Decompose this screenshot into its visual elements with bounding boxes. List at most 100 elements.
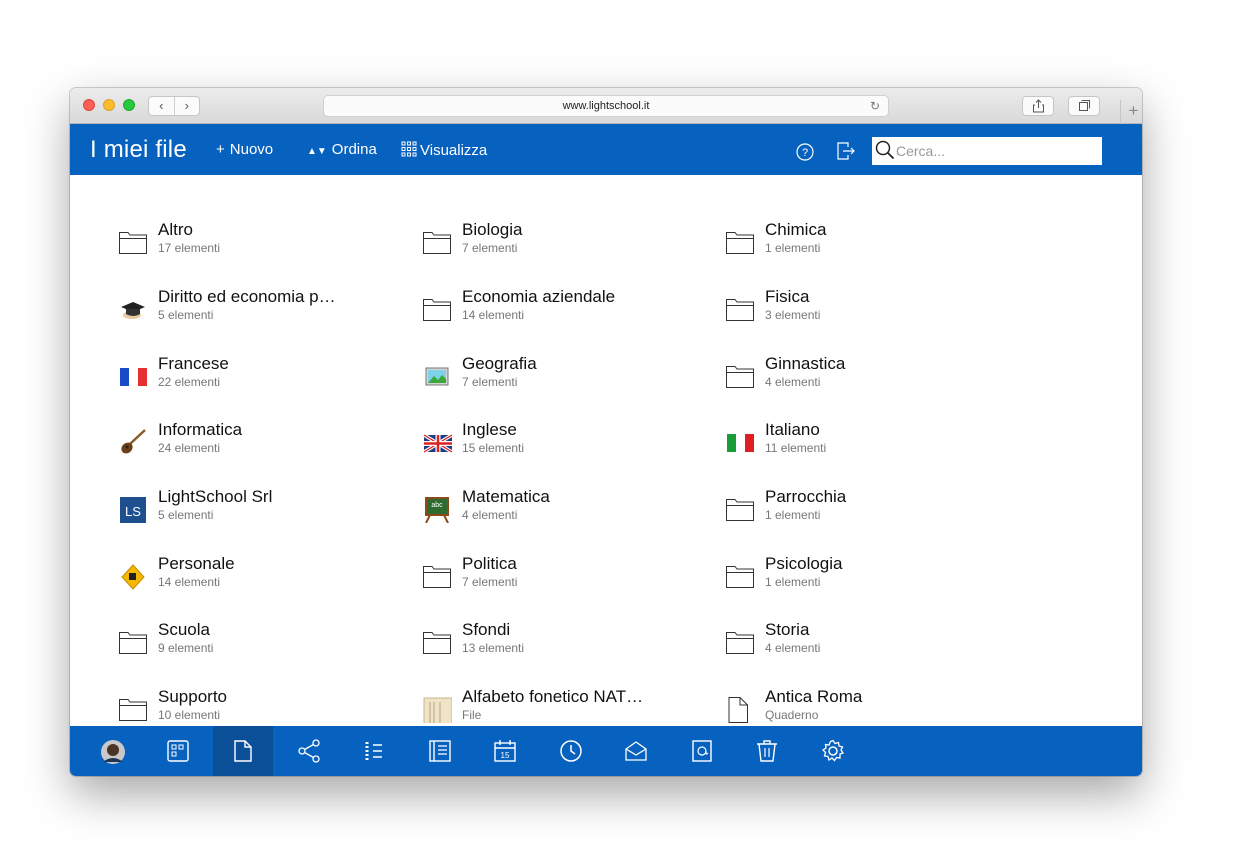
desktop-icon	[166, 740, 189, 762]
svg-text:LS: LS	[125, 504, 141, 519]
folder-icon	[118, 226, 148, 256]
share-icon	[297, 739, 320, 763]
file-item-name: Economia aziendale	[462, 287, 616, 306]
warning-sign-icon	[118, 560, 148, 590]
file-item[interactable]: Informatica 24 elementi	[118, 420, 408, 470]
chalkboard-icon: abc	[422, 493, 452, 524]
file-item[interactable]: Personale 14 elementi	[118, 554, 408, 604]
file-item-count: 22 elementi	[158, 375, 221, 389]
settings-nav-button[interactable]	[803, 726, 863, 776]
file-item-count: 7 elementi	[462, 575, 518, 589]
file-item-name: Storia	[765, 620, 810, 639]
file-item[interactable]: Francese 22 elementi	[118, 354, 408, 404]
help-icon[interactable]: ?	[796, 143, 814, 161]
file-item-count: 15 elementi	[462, 441, 525, 455]
file-nav-button[interactable]	[213, 726, 273, 776]
file-item-count: 14 elementi	[462, 308, 525, 322]
trash-icon	[757, 740, 777, 762]
sort-label: Ordina	[331, 141, 377, 158]
clock-nav-button[interactable]	[541, 726, 601, 776]
sort-button[interactable]: ▲▼ Ordina	[307, 141, 377, 158]
file-item[interactable]: Economia aziendale 14 elementi	[422, 287, 712, 337]
file-item[interactable]: Biologia 7 elementi	[422, 220, 712, 270]
zoom-window-button[interactable]	[123, 99, 135, 111]
minimize-window-button[interactable]	[103, 99, 115, 111]
new-label: Nuovo	[229, 141, 274, 158]
file-item-count: 24 elementi	[158, 441, 221, 455]
file-item[interactable]: Storia 4 elementi	[725, 620, 1015, 670]
file-item-count: 1 elementi	[765, 241, 821, 255]
graduation-cap-icon	[118, 293, 148, 323]
document-thumbnail-icon	[422, 693, 453, 726]
search-box[interactable]	[872, 137, 1102, 165]
search-icon	[875, 140, 895, 160]
file-item[interactable]: Parrocchia 1 elementi	[725, 487, 1015, 537]
file-item[interactable]: Alfabeto fonetico NAT… File	[422, 687, 712, 726]
contacts-icon	[691, 740, 712, 762]
trash-nav-button[interactable]	[737, 726, 797, 776]
browser-titlebar: ‹ › www.lightschool.it ↻ +	[70, 88, 1142, 124]
desktop-nav-button[interactable]	[148, 726, 208, 776]
new-tab-button[interactable]: +	[1120, 100, 1142, 124]
guitar-icon	[118, 426, 148, 456]
file-item[interactable]: Psicologia 1 elementi	[725, 554, 1015, 604]
file-item-count: 3 elementi	[765, 308, 821, 322]
file-item[interactable]: Supporto 10 elementi	[118, 687, 408, 726]
diary-icon	[428, 740, 451, 762]
diary-nav-button[interactable]	[410, 726, 470, 776]
file-item-name: LightSchool Srl	[158, 487, 273, 506]
file-item-name: Informatica	[158, 420, 243, 439]
address-bar[interactable]: www.lightschool.it ↻	[323, 95, 889, 117]
close-window-button[interactable]	[83, 99, 95, 111]
file-item-name: Geografia	[462, 354, 537, 373]
share-nav-button[interactable]	[279, 726, 339, 776]
search-input[interactable]	[896, 140, 1096, 162]
calendar-nav-button[interactable]: 15	[475, 726, 535, 776]
file-item[interactable]: Diritto ed economia p… 5 elementi	[118, 287, 408, 337]
file-item[interactable]: Fisica 3 elementi	[725, 287, 1015, 337]
file-item[interactable]: Sfondi 13 elementi	[422, 620, 712, 670]
user-avatar-icon	[101, 740, 125, 764]
logout-icon[interactable]	[836, 141, 856, 161]
back-button[interactable]: ‹	[149, 97, 175, 115]
file-item[interactable]: abc Matematica 4 elementi	[422, 487, 712, 537]
message-nav-button[interactable]	[606, 726, 666, 776]
notebook-icon	[725, 693, 755, 723]
reload-icon[interactable]: ↻	[870, 96, 880, 116]
forward-button[interactable]: ›	[175, 97, 200, 115]
file-icon	[234, 740, 252, 762]
file-item[interactable]: Scuola 9 elementi	[118, 620, 408, 670]
file-item-name: Matematica	[462, 487, 550, 506]
view-button[interactable]: Visualizza	[401, 141, 487, 159]
file-item[interactable]: Antica Roma Quaderno	[725, 687, 1015, 726]
share-page-button[interactable]	[1022, 96, 1054, 116]
file-item-name: Antica Roma	[765, 687, 863, 706]
folder-icon	[118, 693, 148, 723]
file-item-count: 4 elementi	[462, 508, 518, 522]
file-item[interactable]: Altro 17 elementi	[118, 220, 408, 270]
folder-icon	[118, 626, 148, 656]
view-label: Visualizza	[420, 142, 488, 159]
file-item[interactable]: Geografia 7 elementi	[422, 354, 712, 404]
tabs-icon	[1079, 100, 1090, 111]
file-item[interactable]: Chimica 1 elementi	[725, 220, 1015, 270]
user-avatar-nav-button[interactable]	[82, 726, 142, 776]
new-button[interactable]: + Nuovo	[216, 141, 273, 158]
folder-icon	[725, 360, 755, 390]
file-item[interactable]: Inglese 15 elementi	[422, 420, 712, 470]
file-item-name: Francese	[158, 354, 229, 373]
folder-icon	[725, 293, 755, 323]
show-tabs-button[interactable]	[1068, 96, 1100, 116]
file-item-count: 4 elementi	[765, 641, 821, 655]
file-item[interactable]: Politica 7 elementi	[422, 554, 712, 604]
file-item[interactable]: Ginnastica 4 elementi	[725, 354, 1015, 404]
file-item-count: 11 elementi	[765, 441, 827, 455]
file-item-name: Diritto ed economia p…	[158, 287, 336, 306]
file-item[interactable]: Italiano 11 elementi	[725, 420, 1015, 470]
file-item[interactable]: LS LightSchool Srl 5 elementi	[118, 487, 408, 537]
folder-icon	[725, 226, 755, 256]
browser-window: ‹ › www.lightschool.it ↻ + I miei file +…	[70, 88, 1142, 776]
folder-icon	[725, 493, 755, 523]
contacts-nav-button[interactable]	[672, 726, 732, 776]
register-list-nav-button[interactable]	[344, 726, 404, 776]
